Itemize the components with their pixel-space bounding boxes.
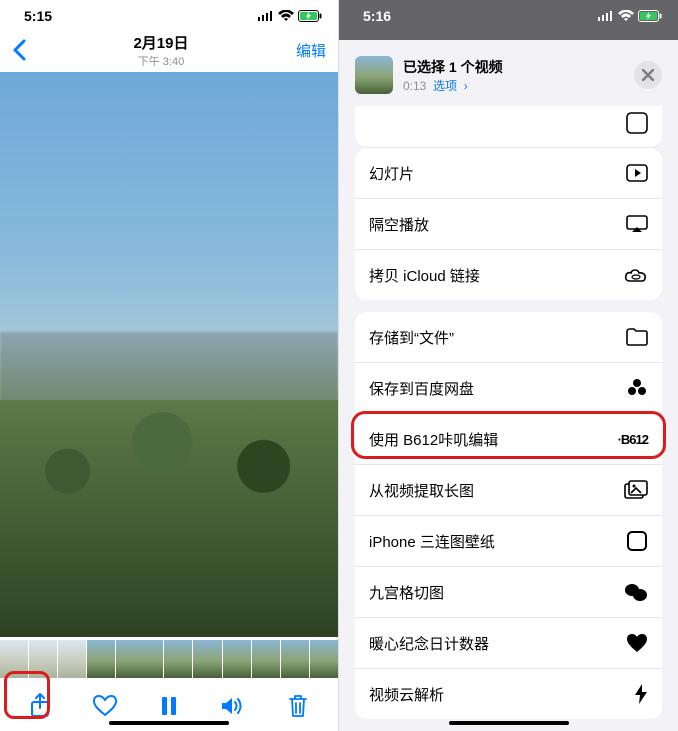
action-anniversary[interactable]: 暖心纪念日计数器 xyxy=(355,618,662,669)
action-airplay[interactable]: 隔空播放 xyxy=(355,199,662,250)
icloud-link-icon xyxy=(624,267,648,283)
b612-icon: ·B612 xyxy=(618,432,648,447)
share-button[interactable] xyxy=(20,686,60,726)
heart-icon xyxy=(626,633,648,653)
wechat-icon xyxy=(624,582,648,602)
status-icons xyxy=(258,10,322,22)
home-indicator xyxy=(449,721,569,725)
thumb[interactable] xyxy=(281,640,309,678)
action-label: 从视频提取长图 xyxy=(369,480,474,501)
battery-charging-icon xyxy=(638,10,662,22)
thumb[interactable] xyxy=(193,640,221,678)
action-save-to-files[interactable]: 存储到“文件” xyxy=(355,312,662,363)
folder-icon xyxy=(626,328,648,346)
status-time: 5:15 xyxy=(24,8,52,24)
action-label: 幻灯片 xyxy=(369,163,414,184)
status-bar: 5:16 xyxy=(339,0,678,28)
action-baidu-pan[interactable]: 保存到百度网盘 xyxy=(355,363,662,414)
thumb-current[interactable] xyxy=(116,640,163,678)
action-icloud-link[interactable]: 拷贝 iCloud 链接 xyxy=(355,250,662,300)
edit-button[interactable]: 编辑 xyxy=(296,40,326,61)
action-video-cloud[interactable]: 视频云解析 xyxy=(355,669,662,719)
chevron-right-icon: › xyxy=(460,79,467,93)
back-button[interactable] xyxy=(12,39,26,61)
action-list-scroll[interactable]: 幻灯片 隔空播放 拷贝 iCloud 链接 存储到“文件” xyxy=(345,106,672,731)
action-label: 存储到“文件” xyxy=(369,327,454,348)
wifi-icon xyxy=(618,10,634,22)
volume-button[interactable] xyxy=(213,686,253,726)
thumb[interactable] xyxy=(0,640,28,678)
thumb[interactable] xyxy=(223,640,251,678)
bolt-icon xyxy=(634,683,648,705)
thumb[interactable] xyxy=(252,640,280,678)
photo-time: 下午 3:40 xyxy=(26,53,296,69)
thumb[interactable] xyxy=(58,640,86,678)
square-icon xyxy=(626,530,648,552)
action-label: 隔空播放 xyxy=(369,214,429,235)
action-label: 保存到百度网盘 xyxy=(369,378,474,399)
plus-square-icon xyxy=(626,112,648,134)
action-group-2: 存储到“文件” 保存到百度网盘 使用 B612咔叽编辑 ·B612 从视频提取长… xyxy=(355,312,662,719)
trash-button[interactable] xyxy=(278,686,318,726)
action-label: 使用 B612咔叽编辑 xyxy=(369,429,498,450)
like-button[interactable] xyxy=(85,686,125,726)
action-label: 暖心纪念日计数器 xyxy=(369,633,489,654)
thumb[interactable] xyxy=(310,640,338,678)
action-extract-long-image[interactable]: 从视频提取长图 xyxy=(355,465,662,516)
selected-title: 已选择 1 个视频 xyxy=(403,57,503,77)
options-link[interactable]: 选项 xyxy=(433,79,457,93)
status-bar: 5:15 xyxy=(0,0,338,28)
signal-icon xyxy=(258,11,274,21)
battery-charging-icon xyxy=(298,10,322,22)
video-scrubber[interactable] xyxy=(0,637,338,681)
images-icon xyxy=(624,480,648,500)
wifi-icon xyxy=(278,10,294,22)
baidu-pan-icon xyxy=(626,378,648,398)
thumb[interactable] xyxy=(164,640,192,678)
photo-title-area: 2月19日 下午 3:40 xyxy=(26,32,296,69)
thumb[interactable] xyxy=(29,640,57,678)
action-b612-edit[interactable]: 使用 B612咔叽编辑 ·B612 xyxy=(355,414,662,465)
play-rect-icon xyxy=(626,164,648,182)
action-iphone-triple[interactable]: iPhone 三连图壁纸 xyxy=(355,516,662,567)
selected-subtitle: 0:13 选项 › xyxy=(403,77,503,94)
selected-info: 已选择 1 个视频 0:13 选项 › xyxy=(403,57,503,94)
action-group-1: 幻灯片 隔空播放 拷贝 iCloud 链接 xyxy=(355,148,662,300)
left-phone-photos-detail: 5:15 2月19日 下午 3:40 编辑 xyxy=(0,0,339,731)
close-button[interactable] xyxy=(634,61,662,89)
right-phone-share-sheet: 5:16 已选择 1 个视频 0:13 选项 › xyxy=(339,0,678,731)
action-slideshow[interactable]: 幻灯片 xyxy=(355,148,662,199)
action-label: 九宫格切图 xyxy=(369,582,444,603)
action-label: 拷贝 iCloud 链接 xyxy=(369,265,480,286)
action-nine-grid[interactable]: 九宫格切图 xyxy=(355,567,662,618)
action-row-peek[interactable] xyxy=(355,106,662,148)
share-sheet: 已选择 1 个视频 0:13 选项 › 幻灯片 xyxy=(345,44,672,731)
status-icons xyxy=(598,10,662,22)
action-label: iPhone 三连图壁纸 xyxy=(369,531,495,552)
action-label: 视频云解析 xyxy=(369,684,444,705)
pause-button[interactable] xyxy=(149,686,189,726)
airplay-icon xyxy=(626,215,648,233)
close-icon xyxy=(642,69,654,81)
photo-detail-header: 2月19日 下午 3:40 编辑 xyxy=(0,28,338,72)
video-duration: 0:13 xyxy=(403,79,426,93)
home-indicator xyxy=(109,721,229,725)
share-sheet-header: 已选择 1 个视频 0:13 选项 › xyxy=(345,44,672,106)
photo-viewer[interactable] xyxy=(0,72,338,637)
status-time: 5:16 xyxy=(363,8,391,24)
signal-icon xyxy=(598,11,614,21)
photo-date: 2月19日 xyxy=(26,32,296,53)
thumb[interactable] xyxy=(87,640,115,678)
selected-video-thumbnail xyxy=(355,56,393,94)
